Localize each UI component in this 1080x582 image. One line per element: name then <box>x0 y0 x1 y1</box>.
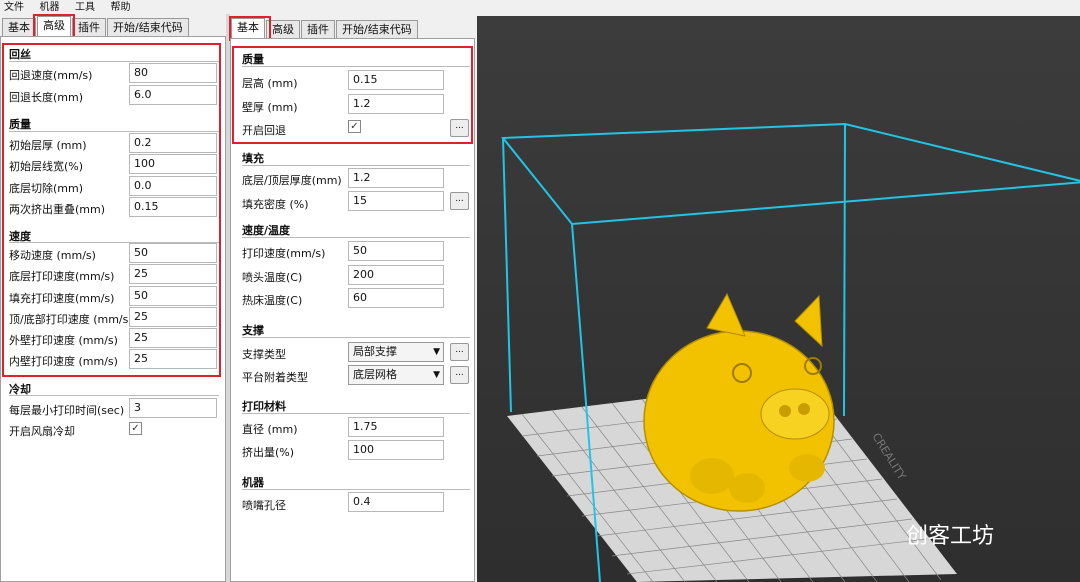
tab-plugins[interactable]: 插件 <box>301 20 335 38</box>
fill-density-input[interactable]: 15 <box>348 191 444 211</box>
label: 层高 (mm) <box>242 77 298 90</box>
menu-bar: 文件 机器 工具 帮助 <box>0 0 226 14</box>
label: 开启风扇冷却 <box>9 425 75 438</box>
shell-thickness-input[interactable]: 1.2 <box>348 94 444 114</box>
tab-start-end-gcode[interactable]: 开始/结束代码 <box>336 20 418 38</box>
print-speed-input[interactable]: 50 <box>348 241 444 261</box>
label: 移动速度 (mm/s) <box>9 249 96 262</box>
retract-distance-input[interactable]: 6.0 <box>129 85 217 105</box>
label: 回退长度(mm) <box>9 91 84 104</box>
left-tabbar: 基本 高级 插件 开始/结束代码 <box>2 16 190 36</box>
tab-basic[interactable]: 基本 <box>231 18 265 38</box>
divider <box>242 165 470 166</box>
label: 直径 (mm) <box>242 423 298 436</box>
divider <box>9 131 219 132</box>
section-quality: 质量 <box>9 118 31 131</box>
divider <box>242 413 470 414</box>
label: 喷头温度(C) <box>242 271 303 284</box>
dual-extrusion-overlap-input[interactable]: 0.15 <box>129 197 217 217</box>
cut-off-bottom-input[interactable]: 0.0 <box>129 176 217 196</box>
bed-temp-input[interactable]: 60 <box>348 288 444 308</box>
chevron-down-icon: ▼ <box>433 347 440 357</box>
nozzle-temp-input[interactable]: 200 <box>348 265 444 285</box>
section-fill: 填充 <box>242 152 264 165</box>
label: 喷嘴孔径 <box>242 499 286 512</box>
bottom-layer-speed-input[interactable]: 25 <box>129 264 217 284</box>
label: 底层切除(mm) <box>9 182 84 195</box>
label: 底层/顶层厚度(mm) <box>242 174 342 187</box>
piggy-bank-model <box>643 292 835 512</box>
tab-advanced[interactable]: 高级 <box>37 16 71 36</box>
tab-plugins[interactable]: 插件 <box>72 18 106 36</box>
label: 支撑类型 <box>242 348 286 361</box>
section-quality: 质量 <box>242 53 264 66</box>
3d-scene: CREALITY <box>500 122 1080 582</box>
menu-file[interactable]: 文件 <box>4 1 24 15</box>
label: 初始层厚 (mm) <box>9 139 87 152</box>
label: 两次挤出重叠(mm) <box>9 203 106 216</box>
enable-fan-checkbox[interactable]: ✓ <box>129 422 142 435</box>
diameter-input[interactable]: 1.75 <box>348 417 444 437</box>
flow-input[interactable]: 100 <box>348 440 444 460</box>
tab-basic[interactable]: 基本 <box>2 18 36 36</box>
support-more-button[interactable]: ... <box>450 343 469 361</box>
divider <box>9 395 219 396</box>
infill-speed-input[interactable]: 50 <box>129 286 217 306</box>
divider <box>242 489 470 490</box>
divider <box>242 337 470 338</box>
chevron-down-icon: ▼ <box>433 370 440 380</box>
enable-retraction-checkbox[interactable]: ✓ <box>348 120 361 133</box>
section-speed-temp: 速度/温度 <box>242 224 291 237</box>
label: 内壁打印速度 (mm/s) <box>9 355 118 368</box>
section-machine: 机器 <box>242 476 264 489</box>
section-material: 打印材料 <box>242 400 286 413</box>
retraction-more-button[interactable]: ... <box>450 119 469 137</box>
adhesion-type-value: 底层网格 <box>353 368 397 381</box>
label: 顶/底部打印速度 (mm/s) <box>9 313 133 326</box>
label: 每层最小打印时间(sec) <box>9 404 125 417</box>
bottom-top-thickness-input[interactable]: 1.2 <box>348 168 444 188</box>
travel-speed-input[interactable]: 50 <box>129 243 217 263</box>
label: 挤出量(%) <box>242 446 295 459</box>
nozzle-size-input[interactable]: 0.4 <box>348 492 444 512</box>
label: 填充密度 (%) <box>242 198 309 211</box>
fill-more-button[interactable]: ... <box>450 192 469 210</box>
label: 回退速度(mm/s) <box>9 69 93 82</box>
label: 底层打印速度(mm/s) <box>9 270 115 283</box>
min-layer-time-input[interactable]: 3 <box>129 398 217 418</box>
initial-layer-thickness-input[interactable]: 0.2 <box>129 133 217 153</box>
support-type-select[interactable]: 局部支撑 ▼ <box>348 342 444 362</box>
label: 开启回退 <box>242 124 286 137</box>
label: 初始层线宽(%) <box>9 160 84 173</box>
divider <box>9 61 219 62</box>
adhesion-more-button[interactable]: ... <box>450 366 469 384</box>
tab-advanced[interactable]: 高级 <box>266 20 300 38</box>
support-type-value: 局部支撑 <box>353 345 397 358</box>
label: 填充打印速度(mm/s) <box>9 292 115 305</box>
retract-speed-input[interactable]: 80 <box>129 63 217 83</box>
menu-tools[interactable]: 工具 <box>75 1 95 15</box>
menu-help[interactable]: 帮助 <box>111 1 131 15</box>
divider <box>242 66 470 67</box>
inner-shell-speed-input[interactable]: 25 <box>129 349 217 369</box>
label: 热床温度(C) <box>242 294 303 307</box>
label: 壁厚 (mm) <box>242 101 298 114</box>
adhesion-type-select[interactable]: 底层网格 ▼ <box>348 365 444 385</box>
label: 打印速度(mm/s) <box>242 247 326 260</box>
label: 外壁打印速度 (mm/s) <box>9 334 118 347</box>
outer-shell-speed-input[interactable]: 25 <box>129 328 217 348</box>
tab-start-end-gcode[interactable]: 开始/结束代码 <box>107 18 189 36</box>
top-bottom-speed-input[interactable]: 25 <box>129 307 217 327</box>
watermark: 创客工坊 <box>906 524 995 549</box>
divider <box>242 237 470 238</box>
mid-tabbar: 基本 高级 插件 开始/结束代码 <box>231 18 419 38</box>
section-retraction: 回丝 <box>9 48 31 61</box>
layer-height-input[interactable]: 0.15 <box>348 70 444 90</box>
initial-layer-width-input[interactable]: 100 <box>129 154 217 174</box>
section-support: 支撑 <box>242 324 264 337</box>
label: 平台附着类型 <box>242 371 308 384</box>
menu-machine[interactable]: 机器 <box>40 1 60 15</box>
